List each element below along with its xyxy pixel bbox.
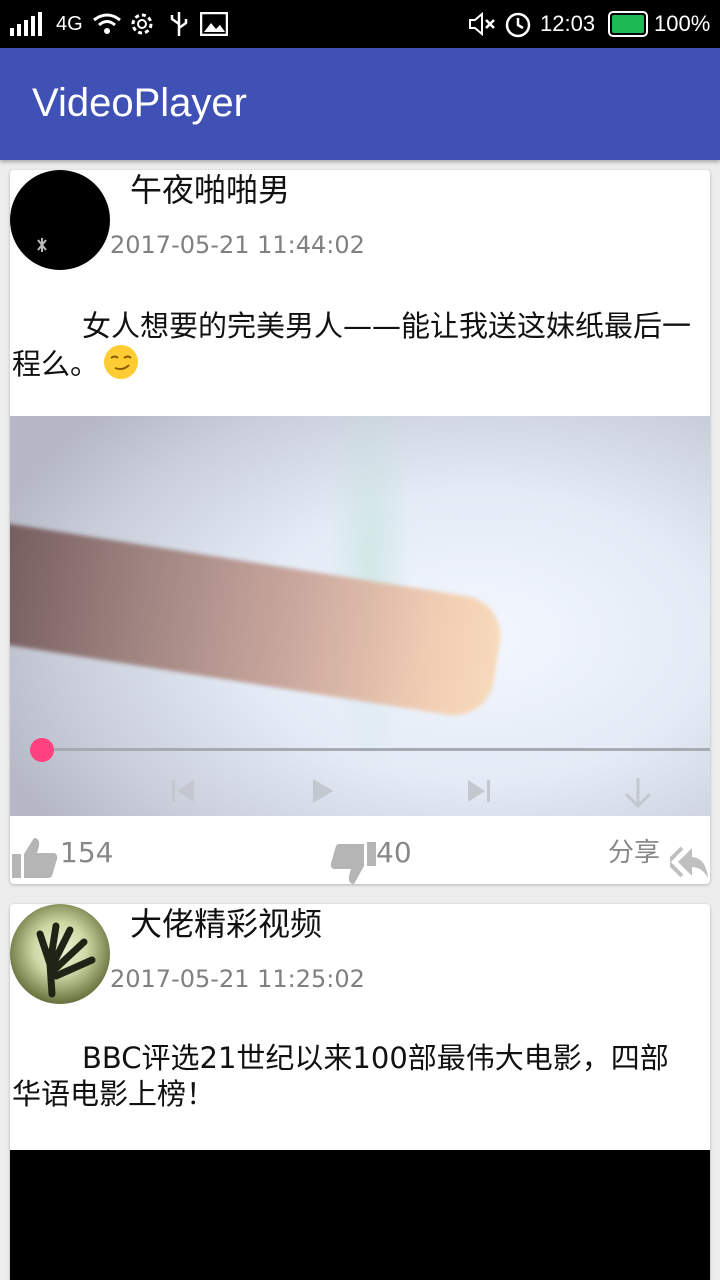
signal-icon [10, 12, 42, 36]
avatar[interactable] [10, 170, 110, 270]
video-post-card[interactable]: 大佬精彩视频 2017-05-21 11:25:02 BBC评选21世纪以来10… [10, 904, 710, 1280]
battery-icon [608, 11, 648, 37]
post-time: 2017-05-21 11:25:02 [110, 965, 365, 993]
author-name[interactable]: 午夜啪啪男 [130, 170, 290, 210]
video-post-card[interactable]: 午夜啪啪男 2017-05-21 11:44:02 女人想要的完美男人——能让我… [10, 170, 710, 884]
next-icon[interactable] [464, 776, 494, 806]
wifi-icon [93, 13, 121, 34]
author-name[interactable]: 大佬精彩视频 [130, 904, 322, 944]
settings-icon [131, 13, 153, 35]
dislike-icon[interactable] [330, 842, 376, 884]
alarm-icon [505, 12, 531, 38]
play-icon[interactable] [308, 776, 338, 806]
video-player[interactable] [10, 416, 710, 816]
app-bar: VideoPlayer [0, 48, 720, 160]
post-text: BBC评选21世纪以来100部最伟大电影，四部华语电影上榜！ [12, 1041, 669, 1111]
share-icon[interactable] [670, 846, 710, 880]
clock: 12:03 [540, 11, 596, 36]
network-type: 4G [56, 13, 83, 35]
avatar[interactable] [10, 904, 110, 1004]
seek-thumb[interactable] [30, 738, 54, 762]
like-count: 154 [60, 836, 114, 869]
post-time: 2017-05-21 11:44:02 [110, 231, 365, 259]
like-icon[interactable] [12, 836, 58, 880]
status-bar: 4G 12:03 100% [0, 0, 720, 48]
previous-icon[interactable] [168, 776, 198, 806]
battery-level: 100% [654, 11, 711, 36]
video-player[interactable] [10, 1150, 710, 1280]
dislike-count: 40 [376, 836, 412, 869]
app-title: VideoPlayer [32, 81, 247, 125]
download-icon[interactable] [620, 776, 656, 812]
image-icon [200, 12, 228, 36]
mute-icon [469, 12, 495, 36]
post-text: 女人想要的完美男人——能让我送这妹纸最后一程么。 [12, 308, 696, 382]
smirk-emoji-icon [104, 345, 139, 379]
usb-icon [170, 12, 188, 36]
share-label[interactable]: 分享 [608, 836, 660, 870]
seek-bar[interactable] [42, 748, 710, 751]
